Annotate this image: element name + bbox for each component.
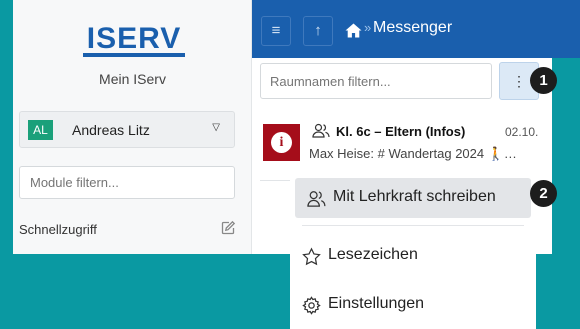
menu-item-label: Lesezeichen [328,246,418,263]
edit-icon[interactable] [220,220,236,236]
avatar: AL [28,120,53,140]
chat-title[interactable]: Kl. 6c – Eltern (Infos) [336,124,465,139]
module-search-input[interactable] [19,166,235,199]
room-avatar[interactable]: i [263,124,300,161]
user-menu[interactable]: AL Andreas Litz ▽ [19,111,235,148]
users-icon [312,123,330,138]
menu-divider [302,225,524,226]
breadcrumb-separator: » [364,20,372,35]
settings-menu-item[interactable]: Einstellungen [290,285,536,325]
info-icon: i [271,132,292,153]
iserv-logo[interactable]: ISERV [81,22,187,58]
menu-item-label: Einstellungen [328,295,425,312]
mein-iserv-label[interactable]: Mein IServ [13,71,252,87]
chat-preview[interactable]: Max Heise: # Wandertag 2024 🚶… [309,146,539,162]
breadcrumb[interactable]: Messenger [373,19,452,37]
chat-date: 02.10. [505,125,539,139]
hamburger-icon[interactable]: ≡ [261,16,291,46]
room-search-input[interactable] [260,63,492,99]
write-teacher-menu-item[interactable]: Mit Lehrkraft schreiben [295,178,531,218]
quick-access-label: Schnellzugriff [19,222,97,237]
user-name: Andreas Litz [72,122,150,138]
svg-text:ISERV: ISERV [87,22,182,55]
callout-badge-1: 1 [530,67,557,94]
callout-badge-2: 2 [530,180,557,207]
bookmarks-menu-item[interactable]: Lesezeichen [290,236,536,276]
star-icon [302,247,321,266]
home-icon[interactable] [345,23,362,38]
menu-item-label: Mit Lehrkraft schreiben [333,188,496,205]
arrow-up-icon[interactable]: ↑ [303,16,333,46]
users-icon [307,191,326,207]
gear-icon [302,296,321,315]
chevron-down-icon: ▽ [212,122,220,133]
options-dropdown: Mit Lehrkraft schreiben Lesezeichen Eins… [290,166,536,329]
sidebar: ISERV Mein IServ AL Andreas Litz ▽ Schne… [13,0,252,254]
top-bar: ≡ ↑ » Messenger [252,0,580,58]
